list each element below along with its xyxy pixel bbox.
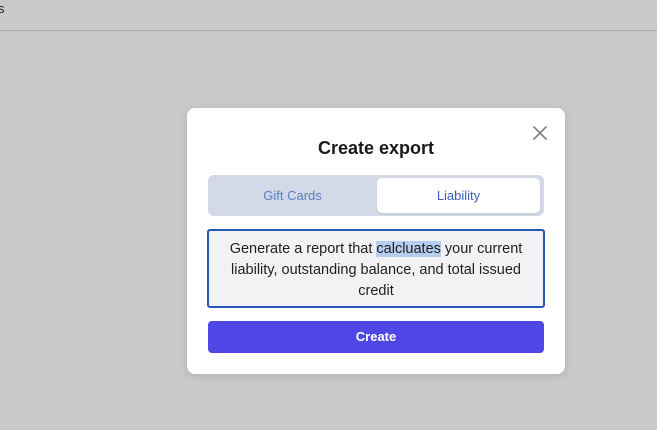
create-button[interactable]: Create: [208, 321, 544, 353]
tab-liability[interactable]: Liability: [377, 178, 540, 213]
top-bar-text: s: [0, 1, 5, 16]
modal-title: Create export: [317, 138, 435, 158]
description-text: Generate a report that calcluates your c…: [209, 231, 543, 302]
description-field[interactable]: Generate a report that calcluates your c…: [207, 229, 545, 308]
description-text-start: Generate a report that: [229, 241, 377, 257]
create-export-modal: Create export Gift Cards Liability Gener…: [187, 108, 565, 374]
tab-gift-cards[interactable]: Gift Cards: [211, 178, 374, 213]
top-bar: s: [0, 0, 657, 31]
export-type-tabs: Gift Cards Liability: [208, 175, 544, 216]
selected-text: calcluates: [376, 241, 441, 257]
